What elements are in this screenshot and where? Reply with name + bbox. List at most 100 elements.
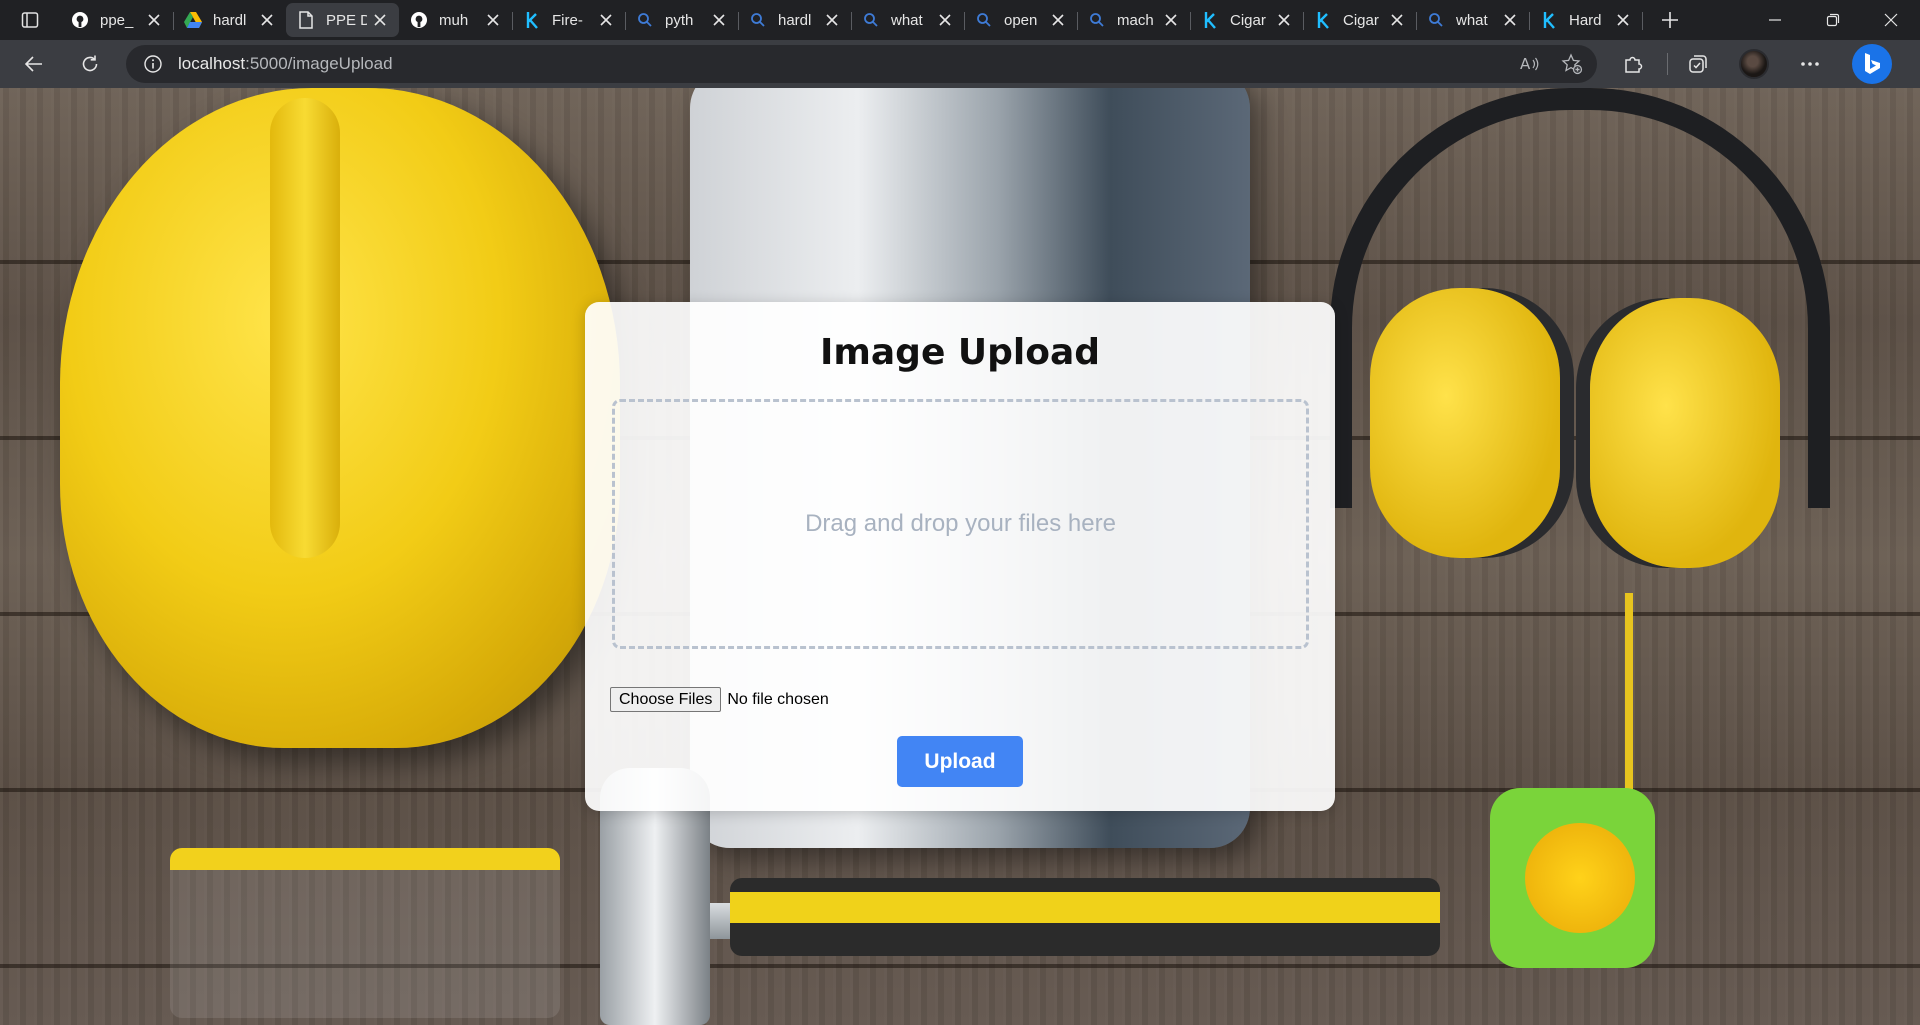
bing-chat-button[interactable] <box>1852 44 1892 84</box>
favorite-star-icon[interactable] <box>1561 53 1583 75</box>
tab[interactable]: Cigar <box>1303 3 1417 37</box>
refresh-button[interactable] <box>68 42 112 86</box>
choose-files-button[interactable]: Choose Files <box>610 687 722 712</box>
restore-button[interactable] <box>1804 0 1862 40</box>
github-icon <box>409 10 429 30</box>
upload-button[interactable]: Upload <box>897 736 1023 787</box>
tab-list: ppe_ hardl PPE D muh Fire- pyth hardl wh… <box>60 0 1643 40</box>
collections-icon <box>1689 55 1707 73</box>
close-icon[interactable] <box>1614 11 1632 29</box>
tab[interactable]: Fire- <box>512 3 626 37</box>
close-icon <box>1884 13 1898 27</box>
close-icon[interactable] <box>1275 11 1293 29</box>
close-icon[interactable] <box>1501 11 1519 29</box>
file-input: Choose Files No file chosen <box>610 687 829 712</box>
avatar <box>1739 49 1769 79</box>
minimize-button[interactable] <box>1746 0 1804 40</box>
hard-hat-ridge <box>270 98 340 558</box>
tab-title: muh <box>439 11 469 29</box>
tab-title: ppe_ <box>100 11 134 29</box>
tab[interactable]: Hard <box>1529 3 1643 37</box>
tab-title: Cigar <box>1230 11 1266 29</box>
kaggle-icon <box>1313 10 1333 30</box>
tab[interactable]: muh <box>399 3 513 37</box>
address-bar-actions: A <box>1519 53 1583 75</box>
search-icon <box>1087 10 1107 30</box>
page-icon <box>296 10 316 30</box>
google-drive-icon <box>183 10 203 30</box>
page-viewport: Image Upload Drag and drop your files he… <box>0 88 1920 1025</box>
restore-icon <box>1826 13 1840 27</box>
tab[interactable]: what <box>851 3 965 37</box>
tab[interactable]: mach <box>1077 3 1191 37</box>
search-icon <box>1426 10 1446 30</box>
kaggle-icon <box>1539 10 1559 30</box>
tab-title: mach <box>1117 11 1154 29</box>
tab[interactable]: ppe_ <box>60 3 174 37</box>
close-icon[interactable] <box>823 11 841 29</box>
ear-muff-right <box>1590 298 1780 568</box>
arrow-left-icon <box>24 56 42 72</box>
tab[interactable]: pyth <box>625 3 739 37</box>
bing-icon <box>1865 53 1880 74</box>
hammer-handle <box>730 878 1440 956</box>
puzzle-icon <box>1625 56 1643 73</box>
url-text: localhost:5000/imageUpload <box>178 54 393 74</box>
drop-zone[interactable]: Drag and drop your files here <box>612 399 1309 649</box>
close-icon[interactable] <box>710 11 728 29</box>
tab-title: hardl <box>213 11 247 29</box>
kaggle-icon <box>522 10 542 30</box>
tab[interactable]: hardl <box>173 3 286 37</box>
upload-card: Image Upload Drag and drop your files he… <box>585 302 1335 811</box>
tab-strip: ppe_ hardl PPE D muh Fire- pyth hardl wh… <box>0 0 1920 40</box>
new-tab-button[interactable] <box>1648 0 1692 40</box>
tab-title: open <box>1004 11 1038 29</box>
tab-active[interactable]: PPE D <box>286 3 399 37</box>
close-icon[interactable] <box>145 11 163 29</box>
tab-title: PPE D <box>326 11 367 29</box>
tab-title: Fire- <box>552 11 583 29</box>
profile-button[interactable] <box>1732 42 1776 86</box>
toolbar-icons <box>1611 42 1892 86</box>
read-aloud-icon[interactable]: A <box>1519 53 1541 75</box>
tab-title: Hard <box>1569 11 1602 29</box>
tab[interactable]: what <box>1416 3 1530 37</box>
url-path: :5000/imageUpload <box>245 54 393 73</box>
close-icon[interactable] <box>258 11 276 29</box>
close-icon[interactable] <box>1049 11 1067 29</box>
tab-title: pyth <box>665 11 694 29</box>
close-window-button[interactable] <box>1862 0 1920 40</box>
hard-hat-image <box>60 88 620 748</box>
safety-glasses-image <box>170 848 560 1018</box>
tab[interactable]: hardl <box>738 3 852 37</box>
address-bar[interactable]: localhost:5000/imageUpload A <box>126 45 1597 83</box>
info-icon[interactable] <box>142 53 164 75</box>
close-icon[interactable] <box>371 11 389 29</box>
close-icon[interactable] <box>597 11 615 29</box>
tab-actions-icon <box>21 12 39 28</box>
tab-title: Cigar <box>1343 11 1379 29</box>
page-title: Image Upload <box>819 332 1101 373</box>
tab[interactable]: Cigar <box>1190 3 1304 37</box>
tab-actions-button[interactable] <box>0 0 60 40</box>
svg-text:A: A <box>1520 55 1531 73</box>
tab-title: what <box>891 11 923 29</box>
browser-toolbar: localhost:5000/imageUpload A <box>0 40 1920 88</box>
close-icon[interactable] <box>1388 11 1406 29</box>
tab[interactable]: open <box>964 3 1078 37</box>
tape-measure-strip <box>1625 593 1633 793</box>
refresh-icon <box>82 55 98 72</box>
minimize-icon <box>1769 19 1781 21</box>
kaggle-icon <box>1200 10 1220 30</box>
close-icon[interactable] <box>484 11 502 29</box>
close-icon[interactable] <box>1162 11 1180 29</box>
toolbar-divider <box>1667 53 1668 75</box>
window-controls <box>1746 0 1920 40</box>
back-button[interactable] <box>12 42 56 86</box>
close-icon[interactable] <box>936 11 954 29</box>
extensions-button[interactable] <box>1611 42 1655 86</box>
plus-icon <box>1662 12 1678 28</box>
collections-button[interactable] <box>1676 42 1720 86</box>
more-button[interactable] <box>1788 42 1832 86</box>
ear-muff-left <box>1370 288 1560 558</box>
